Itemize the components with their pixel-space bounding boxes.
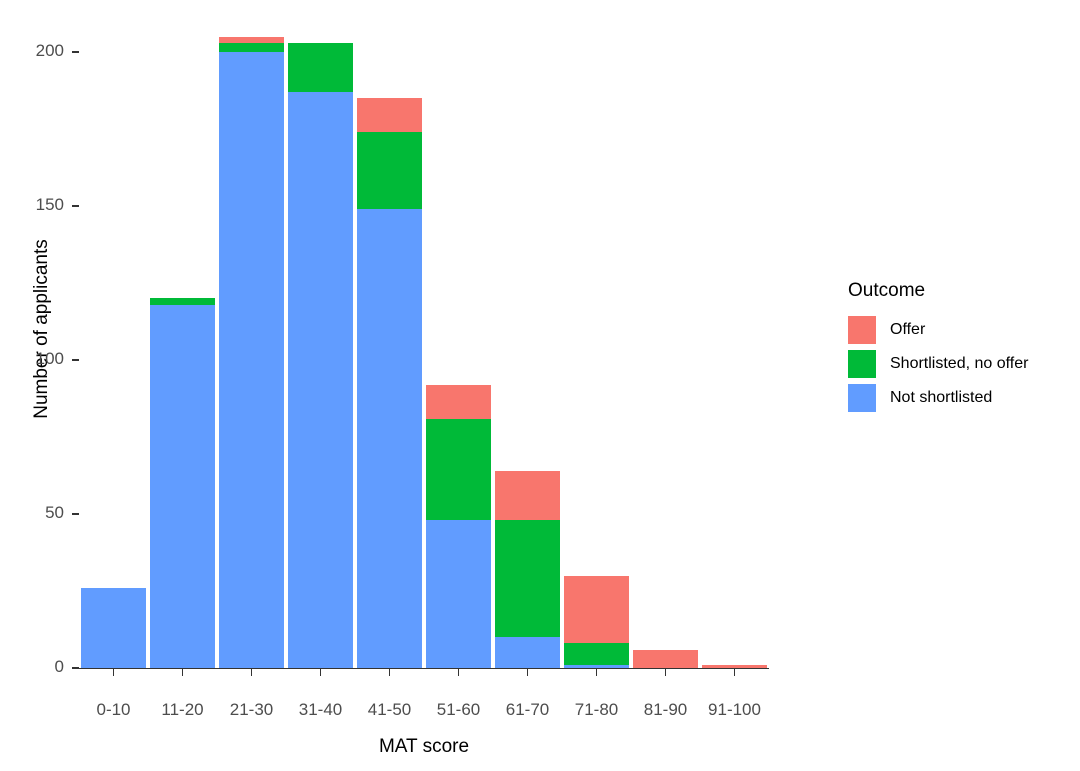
bar-segment — [702, 664, 767, 668]
x-axis-tick — [250, 669, 253, 676]
x-axis-tick — [319, 669, 322, 676]
legend-item: Offer — [848, 313, 1068, 347]
x-axis-tick — [664, 669, 667, 676]
bar-segment — [426, 384, 491, 419]
bar-segment — [495, 637, 560, 668]
y-axis-tick-label: 100 — [35, 349, 64, 368]
legend-item: Not shortlisted — [848, 381, 1068, 415]
x-axis-title: MAT score — [378, 736, 470, 757]
bar-stack — [219, 36, 284, 668]
y-axis-tick — [72, 667, 79, 669]
bar-segment — [564, 575, 629, 644]
bar-stack — [702, 664, 767, 668]
legend-items: Offer Shortlisted, no offer Not shortliste… — [848, 313, 1068, 415]
y-axis-tick-label: 50 — [45, 503, 64, 522]
y-axis-tick-label: 150 — [35, 195, 64, 214]
legend-title: Outcome — [848, 280, 926, 301]
x-axis-tick — [733, 669, 736, 676]
chart-figure: Number of applicants MAT score 0 50 100 150… — [0, 0, 1080, 771]
bar-segment — [495, 520, 560, 638]
bar-segment — [219, 42, 284, 52]
bar-segment — [81, 587, 146, 668]
bar-segment — [495, 470, 560, 521]
legend-item: Shortlisted, no offer — [848, 347, 1068, 381]
bar-segment — [219, 36, 284, 43]
bar-segment — [150, 298, 215, 305]
y-axis-tick — [72, 359, 79, 361]
bar-stack — [150, 298, 215, 668]
y-axis-tick — [72, 205, 79, 207]
bar-stack — [564, 575, 629, 668]
bar-stack — [633, 649, 698, 668]
legend: Outcome Offer Shortlisted, no offer Not sh… — [848, 280, 1068, 415]
legend-item-label: Shortlisted, no offer — [890, 355, 1029, 372]
legend-color-swatch — [848, 316, 876, 344]
x-axis-tick — [112, 669, 115, 676]
bar-segment — [564, 664, 629, 668]
bar-segment — [426, 520, 491, 668]
bar-segment — [288, 42, 353, 93]
legend-item-label: Offer — [890, 321, 926, 338]
bar-segment — [426, 418, 491, 521]
legend-color-swatch — [848, 384, 876, 412]
bar-segment — [357, 209, 422, 668]
bar-stack — [288, 42, 353, 668]
bar-segment — [219, 51, 284, 668]
x-axis-tick — [526, 669, 529, 676]
y-axis-tick — [72, 513, 79, 515]
bar-stack — [426, 384, 491, 668]
bar-segment — [288, 92, 353, 668]
y-axis-tick-label: 200 — [35, 41, 64, 60]
legend-item-label: Not shortlisted — [890, 389, 993, 406]
x-axis-tick — [181, 669, 184, 676]
y-axis-tick — [72, 51, 79, 53]
y-axis-tick-label: 0 — [54, 657, 64, 676]
bar-stack — [81, 587, 146, 668]
bar-stack — [357, 98, 422, 668]
bar-segment — [357, 132, 422, 210]
legend-color-swatch — [848, 350, 876, 378]
bar-segment — [357, 98, 422, 133]
x-axis-tick — [457, 669, 460, 676]
x-axis-tick — [595, 669, 598, 676]
bar-segment — [564, 643, 629, 665]
bar-segment — [150, 304, 215, 668]
bar-segment — [633, 649, 698, 668]
x-axis-tick — [388, 669, 391, 676]
y-axis-title: Number of applicants — [31, 239, 52, 419]
x-axis-tick-label: 91-100 — [708, 700, 761, 719]
bar-stack — [495, 470, 560, 668]
